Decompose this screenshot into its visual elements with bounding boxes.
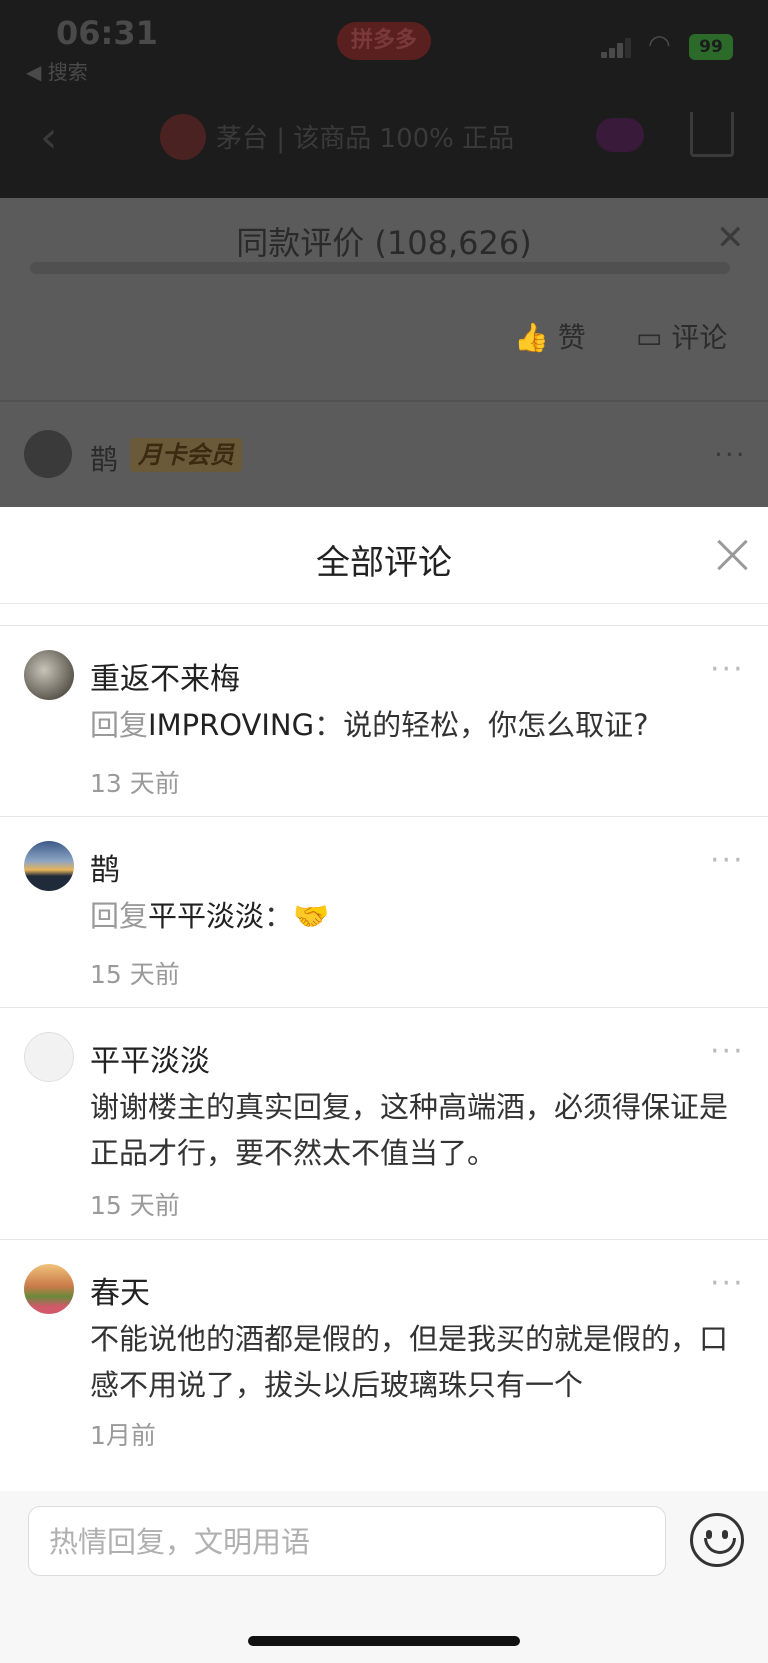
reviews-title: 同款评价 (108,626) xyxy=(236,224,532,262)
comment-text: 谢谢楼主的真实回复，这种高端酒，必须得保证是正品才行，要不然太不值当了。 xyxy=(90,1090,729,1170)
comment-item: 鹊 ··· 回复平平淡淡：🤝 15 天前 xyxy=(0,817,768,1008)
reply-prefix: 回复 xyxy=(90,899,149,933)
reply-target-user[interactable]: 平平淡淡 xyxy=(148,899,264,933)
toggle-pill-icon[interactable] xyxy=(596,118,644,152)
comment-time: 15 天前 xyxy=(90,960,180,989)
more-icon[interactable]: ··· xyxy=(710,655,745,685)
more-icon[interactable]: ··· xyxy=(710,1269,745,1299)
more-icon[interactable]: ··· xyxy=(714,438,747,471)
member-badge: 月卡会员 xyxy=(130,438,242,472)
reviews-panel: 同款评价 (108,626) ✕ 👍 赞 ▭ 评论 鹊 月卡会员 ··· xyxy=(0,198,768,508)
comment-username[interactable]: 平平淡淡 xyxy=(90,1036,210,1080)
reply-prefix: 回复 xyxy=(90,708,149,742)
comment-time: 15 天前 xyxy=(90,1191,180,1220)
comment-time: 1月前 xyxy=(90,1421,156,1450)
battery-icon: 99 xyxy=(689,34,733,60)
home-indicator xyxy=(248,1636,520,1646)
comments-sheet: 全部评论 重返不来梅 ··· 回复IMPROVING：说的轻松，你怎么取证? 1… xyxy=(0,507,768,1663)
handshake-emoji: 🤝 xyxy=(293,899,330,933)
comment-text: 回复IMPROVING：说的轻松，你怎么取证? xyxy=(90,702,730,748)
sheet-header: 全部评论 xyxy=(0,507,768,604)
avatar[interactable] xyxy=(24,1032,74,1082)
back-chevron-icon[interactable]: ‹ xyxy=(40,112,58,163)
sheet-title: 全部评论 xyxy=(316,543,452,583)
more-icon[interactable]: ··· xyxy=(710,846,745,876)
comment-username[interactable]: 春天 xyxy=(90,1268,150,1312)
reply-input[interactable]: 热情回复，文明用语 xyxy=(28,1506,666,1576)
nav-title: 茅台 | 该商品 100% 正品 xyxy=(216,124,515,154)
status-bar: 06:31 ◀ 搜索 拼多多 ◠ 99 xyxy=(0,0,768,90)
comment-item: 平平淡淡 ··· 谢谢楼主的真实回复，这种高端酒，必须得保证是正品才行，要不然太… xyxy=(0,1008,768,1240)
brand-logo xyxy=(160,114,206,160)
reply-bar: 热情回复，文明用语 xyxy=(0,1491,768,1663)
comment-button[interactable]: ▭ 评论 xyxy=(636,316,727,356)
reply-text: ： xyxy=(264,899,294,933)
share-icon[interactable] xyxy=(690,112,734,157)
comment-item: 重返不来梅 ··· 回复IMPROVING：说的轻松，你怎么取证? 13 天前 xyxy=(0,626,768,817)
comment-item: 春天 ··· 不能说他的酒都是假的，但是我买的就是假的，口感不用说了，拔头以后玻… xyxy=(0,1240,768,1500)
signal-icon xyxy=(601,36,631,58)
reply-target-user[interactable]: IMPROVING xyxy=(148,708,314,742)
comment-username[interactable]: 重返不来梅 xyxy=(90,654,240,698)
app-name-pill: 拼多多 xyxy=(337,22,431,60)
avatar[interactable] xyxy=(24,841,74,891)
comment-time: 13 天前 xyxy=(90,769,180,798)
close-icon[interactable] xyxy=(712,535,752,575)
comment-text: 回复平平淡淡：🤝 xyxy=(90,893,730,939)
review-username: 鹊 xyxy=(90,443,119,476)
comment-text: 不能说他的酒都是假的，但是我买的就是假的，口感不用说了，拔头以后玻璃珠只有一个 xyxy=(90,1322,729,1402)
like-button[interactable]: 👍 赞 xyxy=(514,316,586,356)
wifi-icon: ◠ xyxy=(648,30,671,60)
faded-review-text xyxy=(30,262,730,274)
back-to-search-link[interactable]: ◀ 搜索 xyxy=(26,56,88,85)
avatar[interactable] xyxy=(24,1264,74,1314)
like-label: 赞 xyxy=(557,321,586,354)
comment-label: 评论 xyxy=(671,321,728,354)
more-icon[interactable]: ··· xyxy=(710,1037,745,1067)
top-area: 06:31 ◀ 搜索 拼多多 ◠ 99 ‹ 茅台 | 该商品 100% 正品 xyxy=(0,0,768,198)
reply-text: ：说的轻松，你怎么取证? xyxy=(314,708,649,742)
emoji-icon[interactable] xyxy=(690,1513,744,1567)
comment-username[interactable]: 鹊 xyxy=(90,845,120,889)
divider xyxy=(0,400,768,402)
avatar xyxy=(24,430,72,478)
status-time: 06:31 xyxy=(56,14,158,52)
close-icon[interactable]: ✕ xyxy=(716,218,745,258)
avatar[interactable] xyxy=(24,650,74,700)
